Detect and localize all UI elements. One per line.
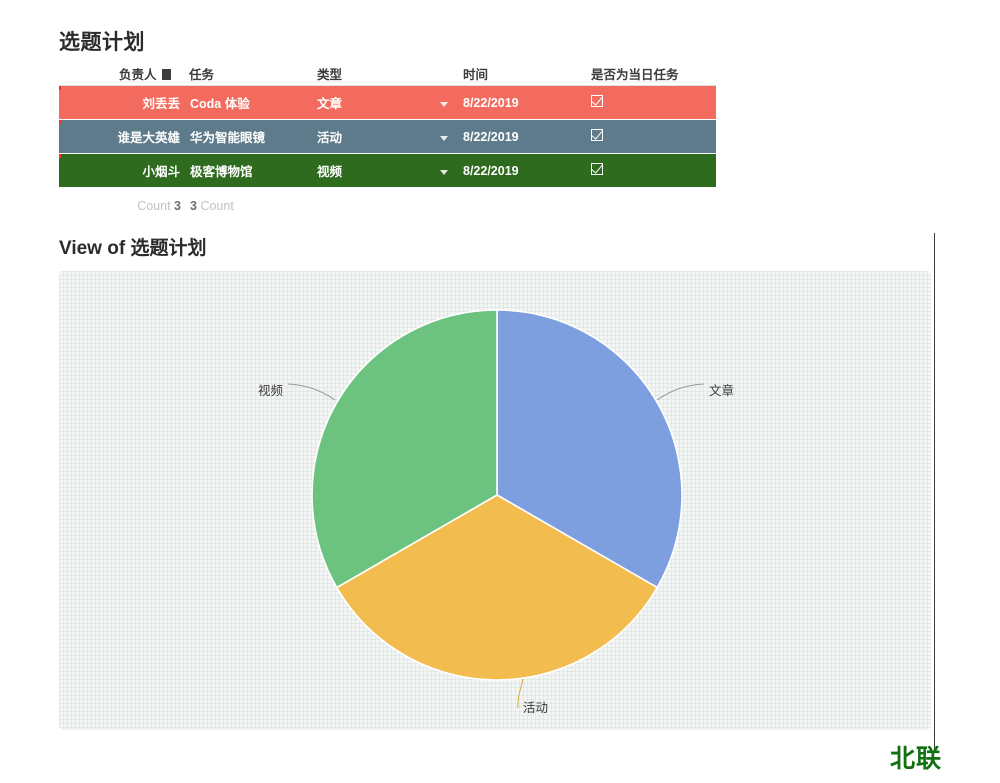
row-marker (59, 120, 61, 124)
type-dropdown-button[interactable] (425, 96, 463, 110)
table-header-row: 负责人 任务 类型 时间 是否为当日任务 (59, 64, 716, 86)
cell-today-checkbox[interactable] (591, 129, 716, 144)
cell-date[interactable]: 8/22/2019 (463, 96, 591, 110)
pie-leader-line-wenzhang (656, 383, 705, 401)
topic-plan-table: 负责人 任务 类型 时间 是否为当日任务 刘丢丢 Coda 体验 文章 8/22… (59, 64, 716, 188)
type-dropdown-button[interactable] (425, 164, 463, 178)
cell-today-checkbox[interactable] (591, 163, 716, 178)
summary-owner-label: Count (137, 199, 171, 213)
cell-type[interactable]: 文章 (317, 93, 425, 112)
row-marker (59, 154, 61, 158)
page-title: 选题计划 (59, 31, 145, 54)
summary-owner-value: 3 (174, 199, 181, 213)
flag-square-icon (161, 69, 171, 80)
column-header-task[interactable]: 任务 (189, 64, 317, 83)
column-header-today[interactable]: 是否为当日任务 (591, 64, 716, 83)
row-marker (59, 86, 61, 90)
cell-task[interactable]: 极客博物馆 (189, 161, 317, 180)
table-summary-row: Count 3 3 Count (59, 199, 317, 213)
summary-owner[interactable]: Count 3 (59, 199, 189, 213)
right-vertical-rule (934, 233, 935, 753)
column-header-type[interactable]: 类型 (317, 64, 463, 83)
pie-chart: 文章 活动 视频 (258, 309, 734, 715)
page-root: 选题计划 负责人 任务 类型 时间 是否为当日任务 刘丢丢 Coda 体验 文章… (0, 0, 1000, 783)
cell-task[interactable]: Coda 体验 (189, 93, 317, 112)
chevron-down-icon (440, 135, 448, 141)
pie-label-wenzhang: 文章 (709, 383, 734, 398)
pie-leader-line-shipin (287, 383, 336, 401)
chevron-down-icon (440, 169, 448, 175)
cell-owner[interactable]: 谁是大英雄 (59, 127, 189, 146)
cell-owner[interactable]: 刘丢丢 (59, 93, 189, 112)
table-row[interactable]: 小烟斗 极客博物馆 视频 8/22/2019 (59, 154, 716, 187)
cell-type[interactable]: 活动 (317, 127, 425, 146)
summary-task-label: Count (200, 199, 234, 213)
column-header-owner[interactable]: 负责人 (59, 64, 189, 83)
table-row[interactable]: 谁是大英雄 华为智能眼镜 活动 8/22/2019 (59, 120, 716, 153)
cell-date[interactable]: 8/22/2019 (463, 164, 591, 178)
watermark: 北联 (890, 745, 943, 773)
checkbox-checked-icon (591, 129, 603, 141)
type-dropdown-button[interactable] (425, 130, 463, 144)
table-row[interactable]: 刘丢丢 Coda 体验 文章 8/22/2019 (59, 86, 716, 119)
column-header-date[interactable]: 时间 (463, 64, 591, 83)
cell-today-checkbox[interactable] (591, 95, 716, 110)
summary-task[interactable]: 3 Count (189, 199, 317, 213)
pie-label-shipin: 视频 (258, 383, 284, 398)
chevron-down-icon (440, 101, 448, 107)
chart-title: View of 选题计划 (59, 238, 207, 259)
pie-label-huodong: 活动 (523, 701, 548, 715)
column-header-owner-label: 负责人 (119, 68, 157, 82)
summary-task-value: 3 (190, 199, 197, 213)
cell-owner[interactable]: 小烟斗 (59, 161, 189, 180)
checkbox-checked-icon (591, 163, 603, 175)
cell-date[interactable]: 8/22/2019 (463, 130, 591, 144)
chart-card: 文章 活动 视频 (59, 271, 931, 730)
cell-task[interactable]: 华为智能眼镜 (189, 127, 317, 146)
cell-type[interactable]: 视频 (317, 161, 425, 180)
checkbox-checked-icon (591, 95, 603, 107)
